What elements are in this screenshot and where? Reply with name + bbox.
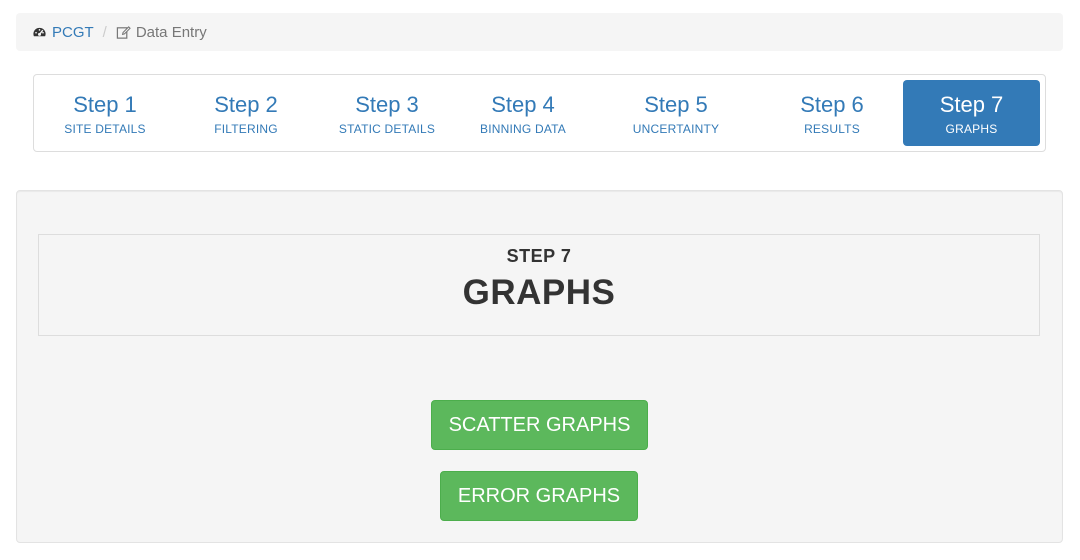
step-1-tab[interactable]: Step 1 SITE DETAILS [38, 80, 172, 146]
step-2-subtitle: FILTERING [214, 122, 278, 136]
step-6-title: Step 6 [800, 92, 864, 117]
step-4-subtitle: BINNING DATA [480, 122, 566, 136]
edit-icon [116, 25, 131, 40]
step-2-tab[interactable]: Step 2 FILTERING [179, 80, 313, 146]
step-6-tab[interactable]: Step 6 RESULTS [765, 80, 899, 146]
step-7-title: Step 7 [939, 92, 1004, 117]
step-3-tab[interactable]: Step 3 STATIC DETAILS [320, 80, 454, 146]
step-1-subtitle: SITE DETAILS [64, 122, 146, 136]
step-1-title: Step 1 [73, 92, 137, 117]
page-title: GRAPHS [462, 273, 616, 312]
step-5-tab[interactable]: Step 5 UNCERTAINTY [609, 80, 743, 146]
breadcrumb-current: Data Entry [116, 24, 207, 41]
step-6-subtitle: RESULTS [804, 122, 860, 136]
step-5-subtitle: UNCERTAINTY [632, 122, 720, 136]
step-7-subtitle: GRAPHS [945, 122, 998, 136]
step-5-title: Step 5 [644, 92, 708, 117]
step-3-title: Step 3 [355, 92, 419, 117]
scatter-graphs-button[interactable]: SCATTER GRAPHS [431, 400, 648, 450]
step-4-tab[interactable]: Step 4 BINNING DATA [460, 80, 586, 146]
breadcrumb-home[interactable]: PCGT [32, 24, 94, 41]
error-graphs-button[interactable]: ERROR GRAPHS [440, 471, 638, 521]
step-heading-label: STEP 7 [506, 246, 572, 266]
breadcrumb-home-label[interactable]: PCGT [52, 24, 94, 41]
breadcrumb-current-label: Data Entry [135, 23, 207, 41]
step-4-title: Step 4 [491, 92, 555, 117]
step-2-title: Step 2 [214, 92, 278, 117]
wizard-steps: Step 1 SITE DETAILS Step 2 FILTERING Ste… [33, 74, 1046, 152]
dashboard-icon [32, 25, 47, 40]
breadcrumb-separator: / [102, 23, 107, 41]
step-heading: STEP 7 GRAPHS [38, 234, 1040, 336]
graphs-panel: STEP 7 GRAPHS SCATTER GRAPHS ERROR GRAPH… [16, 190, 1063, 543]
breadcrumb: PCGT / Data Entry [16, 13, 1063, 51]
step-7-tab[interactable]: Step 7 GRAPHS [903, 80, 1040, 146]
step-3-subtitle: STATIC DETAILS [338, 122, 436, 136]
